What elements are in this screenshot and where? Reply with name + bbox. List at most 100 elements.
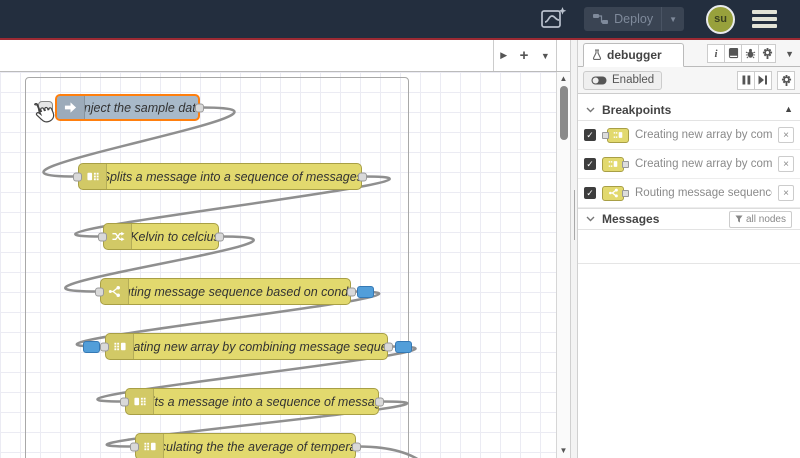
node-output-port[interactable] — [347, 287, 356, 296]
node-output-port[interactable] — [375, 397, 384, 406]
scroll-up-icon[interactable]: ▲ — [557, 74, 570, 83]
inject-icon — [57, 96, 85, 119]
flask-icon — [592, 49, 602, 60]
menu-bar-icon — [752, 17, 777, 21]
tab-debugger-label: debugger — [607, 48, 662, 62]
node-label: Kelvin to celcius — [132, 229, 218, 244]
breakpoint-indicator[interactable] — [357, 286, 374, 298]
breakpoint-indicator[interactable] — [395, 341, 412, 353]
breakpoint-label: Routing message sequence based on condit… — [635, 187, 772, 199]
flow-node-change1[interactable]: Kelvin to celcius — [98, 223, 224, 250]
tab-config-button[interactable] — [758, 44, 776, 63]
join-icon — [136, 434, 164, 458]
scroll-tabs-right-button[interactable]: ▶ — [500, 50, 507, 61]
debugger-toolbar: Enabled — [578, 67, 800, 94]
flow-list-button[interactable]: ▼ — [541, 51, 550, 61]
toggle-on-icon — [591, 76, 607, 84]
node-output-port[interactable] — [384, 342, 393, 351]
step-button[interactable] — [754, 70, 772, 90]
breakpoint-checkbox[interactable]: ✓ — [584, 158, 596, 170]
breakpoint-checkbox[interactable]: ✓ — [584, 129, 596, 141]
menu-bar-icon — [752, 24, 777, 28]
scroll-down-icon[interactable]: ▼ — [557, 446, 570, 455]
add-flow-button[interactable]: + — [520, 47, 529, 64]
join-icon — [106, 334, 134, 359]
filter-label: all nodes — [745, 213, 786, 225]
list-scroll-up-icon[interactable]: ▲ — [784, 104, 793, 114]
menu-bar-icon — [752, 10, 777, 14]
enabled-label: Enabled — [612, 74, 655, 86]
debugger-settings-button[interactable] — [777, 70, 795, 90]
node-input-port[interactable] — [95, 287, 104, 296]
flow-node-switch1[interactable]: Routing message sequence based on condit… — [95, 278, 356, 305]
flow-node-avg1[interactable]: Calculating the the average of temperatu… — [130, 433, 361, 458]
tab-help-button[interactable] — [724, 44, 742, 63]
flow-node-split2[interactable]: Splits a message into a sequence of mess… — [120, 388, 384, 415]
switch-icon — [101, 279, 129, 304]
info-icon: i — [714, 47, 718, 60]
tab-info-button[interactable]: i — [707, 44, 725, 63]
book-icon — [728, 48, 738, 59]
flow-node-inject[interactable]: Inject the sample data — [38, 94, 204, 121]
separator-grip[interactable] — [574, 190, 575, 240]
breakpoint-list-item: ✓ Creating new array by combining message… — [578, 150, 800, 179]
node-input-port[interactable] — [98, 232, 107, 241]
node-input-port[interactable] — [73, 172, 82, 181]
bug-icon — [745, 48, 755, 59]
remove-breakpoint-button[interactable]: × — [778, 156, 794, 172]
chevron-down-icon — [586, 107, 595, 112]
node-label: Inject the sample data — [85, 100, 198, 115]
sidebar-options-caret-icon[interactable]: ▼ — [785, 49, 794, 59]
node-input-port[interactable] — [130, 442, 139, 451]
funnel-icon — [735, 215, 743, 223]
node-input-port[interactable] — [100, 342, 109, 351]
debugger-enabled-toggle[interactable]: Enabled — [583, 70, 663, 90]
deploy-icon — [593, 14, 609, 24]
breakpoints-title: Breakpoints — [602, 102, 672, 117]
scrollbar-thumb[interactable] — [560, 86, 568, 140]
mini-node-join-icon — [602, 156, 629, 172]
node-output-port[interactable] — [195, 103, 204, 112]
node-output-port[interactable] — [358, 172, 367, 181]
node-output-port[interactable] — [352, 442, 361, 451]
pause-button[interactable] — [737, 70, 755, 90]
split-icon — [79, 164, 107, 189]
main-menu-button[interactable] — [752, 7, 777, 32]
mini-node-join-icon — [602, 127, 629, 143]
tab-debug-button[interactable] — [741, 44, 759, 63]
sidebar-separator[interactable] — [570, 40, 578, 458]
user-avatar[interactable]: su — [706, 4, 735, 34]
remove-breakpoint-button[interactable]: × — [778, 185, 794, 201]
message-filter-button[interactable]: all nodes — [728, 210, 792, 228]
node-output-port[interactable] — [215, 232, 224, 241]
node-label: Splits a message into a sequence of mess… — [107, 169, 361, 184]
sidebar: debugger i ▼ Enabled Breakpoints ▲ ✓ Cre… — [578, 40, 800, 458]
wire[interactable] — [357, 445, 448, 458]
breakpoint-label: Creating new array by combining message … — [635, 129, 772, 141]
tab-debugger[interactable]: debugger — [583, 43, 684, 67]
flow-node-split1[interactable]: Splits a message into a sequence of mess… — [73, 163, 367, 190]
breakpoints-list: ✓ Creating new array by combining message… — [578, 121, 800, 208]
sidebar-tab-bar: debugger i ▼ — [578, 40, 800, 67]
deploy-options-caret-icon[interactable]: ▼ — [661, 7, 684, 31]
gear-icon — [781, 74, 791, 86]
messages-title: Messages — [602, 212, 660, 226]
breakpoints-section-header[interactable]: Breakpoints ▲ — [578, 99, 800, 121]
breakpoint-list-item: ✓ Routing message sequence based on condi… — [578, 179, 800, 208]
node-input-port[interactable] — [120, 397, 129, 406]
flow-node-join1[interactable]: Creating new array by combining message … — [100, 333, 393, 360]
change-icon — [104, 224, 132, 249]
messages-section-header[interactable]: Messages all nodes — [578, 208, 800, 230]
inject-trigger-button[interactable] — [38, 101, 53, 115]
deploy-button[interactable]: Deploy ▼ — [584, 7, 684, 31]
deploy-label: Deploy — [614, 12, 654, 26]
flow-tab-bar: ▶ + ▼ — [0, 40, 570, 72]
breakpoint-list-item: ✓ Creating new array by combining message… — [578, 121, 800, 150]
workspace-chart-icon[interactable] — [538, 6, 568, 32]
breakpoint-indicator[interactable] — [83, 341, 100, 353]
breakpoint-checkbox[interactable]: ✓ — [584, 187, 596, 199]
chevron-down-icon — [586, 216, 595, 222]
canvas-vertical-scrollbar[interactable]: ▲ ▼ — [556, 72, 570, 458]
remove-breakpoint-button[interactable]: × — [778, 127, 794, 143]
workspace[interactable]: Inject the sample data Splits a message i… — [0, 72, 556, 458]
